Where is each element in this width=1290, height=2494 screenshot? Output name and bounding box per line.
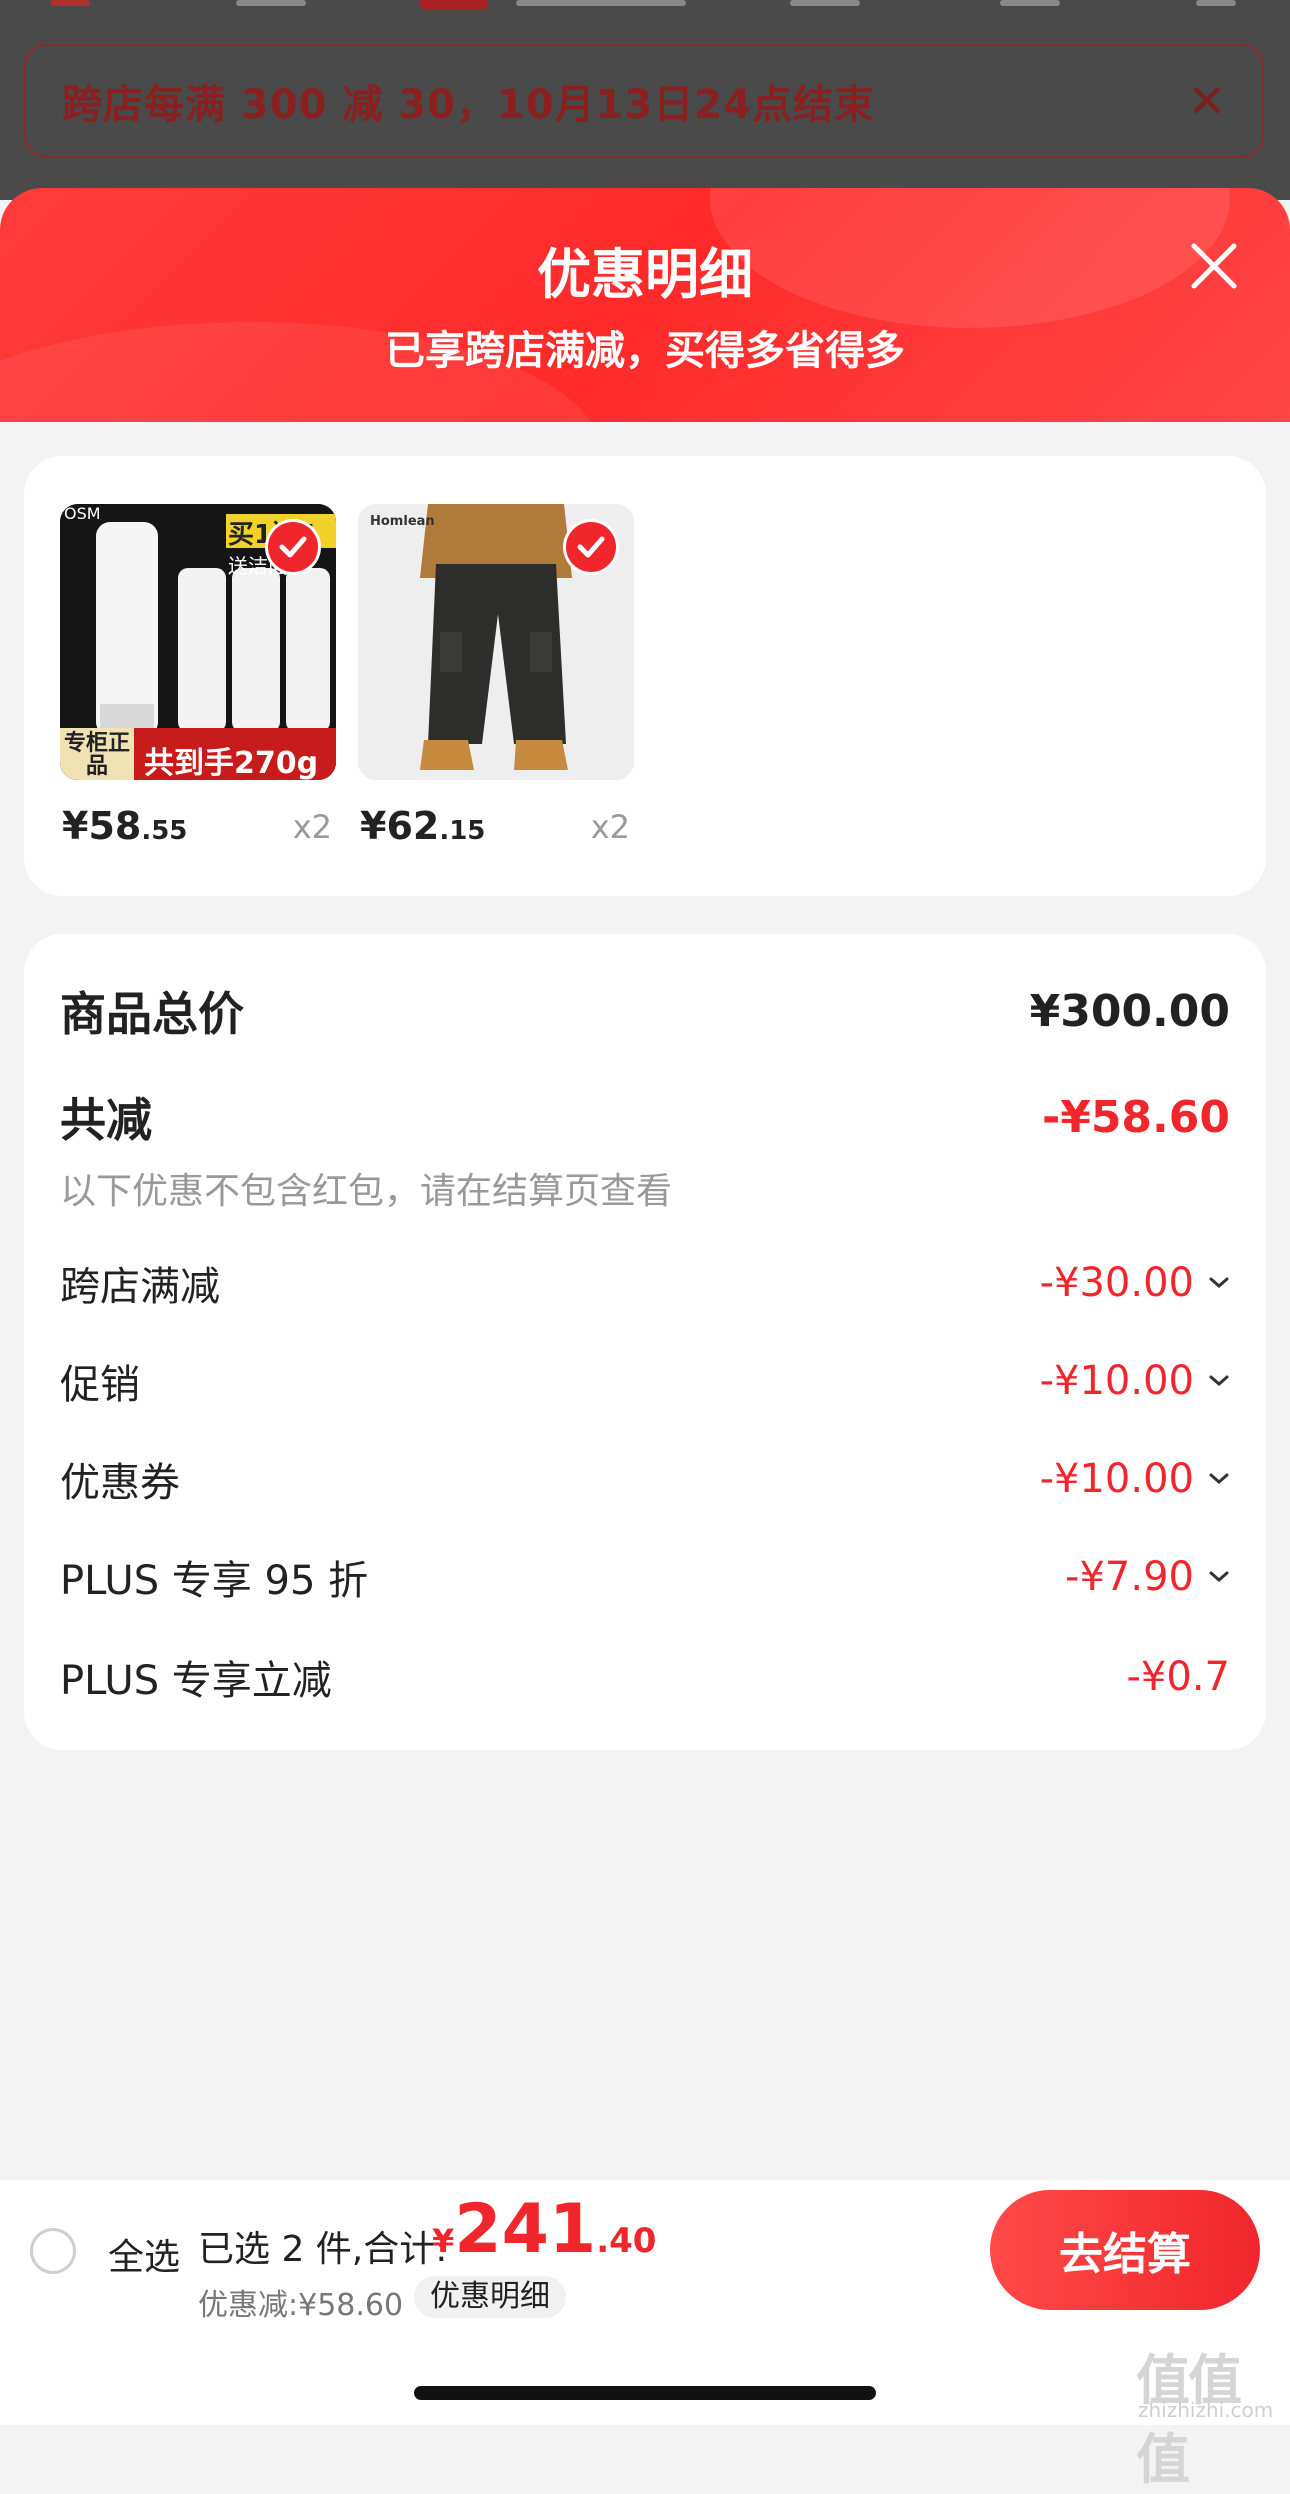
total-reduction-value: -¥58.60 bbox=[1041, 1091, 1230, 1143]
product-item[interactable]: Homlean ¥62.15 x2 bbox=[358, 504, 634, 858]
discount-item-label: 跨店满减 bbox=[60, 1264, 220, 1310]
nav-fragment bbox=[50, 0, 90, 6]
product-item[interactable]: OSM 买1送4 送洁面 专柜正品 共到手270g ¥58.55 x2 bbox=[60, 504, 336, 858]
discount-item-value: -¥10.00 bbox=[1040, 1456, 1230, 1502]
product-image: OSM 买1送4 送洁面 专柜正品 共到手270g bbox=[60, 504, 336, 780]
discount-item-label: 促销 bbox=[60, 1362, 140, 1408]
discount-summary: 优惠减:¥58.60 bbox=[198, 2288, 404, 2323]
product-price: ¥58.55 bbox=[62, 804, 188, 848]
discount-item-label: PLUS 专享立减 bbox=[60, 1658, 332, 1704]
discount-item-promotion[interactable]: 促销 -¥10.00 bbox=[60, 1352, 1230, 1410]
checkmark-icon[interactable] bbox=[268, 522, 318, 572]
select-all-label[interactable]: 全选 bbox=[108, 2228, 180, 2280]
discount-item-label: PLUS 专享 95 折 bbox=[60, 1558, 369, 1604]
discount-item-cross-store[interactable]: 跨店满减 -¥30.00 bbox=[60, 1254, 1230, 1312]
select-all-checkbox[interactable] bbox=[30, 2228, 76, 2274]
chevron-down-icon bbox=[1208, 1374, 1230, 1388]
total-reduction-label: 共减 bbox=[60, 1093, 152, 1147]
promo-banner: 跨店每满 300 减 30，10月13日24点结束 ✕ bbox=[24, 44, 1264, 158]
discount-item-value: -¥0.7 bbox=[1126, 1654, 1231, 1700]
checkout-button[interactable]: 去结算 bbox=[990, 2190, 1260, 2310]
checkmark-icon[interactable] bbox=[566, 522, 616, 572]
authentic-badge: 专柜正品 bbox=[63, 731, 130, 779]
close-icon[interactable] bbox=[1184, 236, 1244, 296]
discount-detail-card: 商品总价 ¥300.00 共减 -¥58.60 以下优惠不包含红包，请在结算页查… bbox=[24, 934, 1266, 1750]
discount-item-plus-95[interactable]: PLUS 专享 95 折 -¥7.90 bbox=[60, 1548, 1230, 1606]
promo-banner-text: 跨店每满 300 减 30，10月13日24点结束 bbox=[62, 82, 875, 128]
selected-count-text: 已选 2 件,合计: bbox=[198, 2229, 448, 2270]
background-nav bbox=[0, 0, 1290, 30]
product-quantity: x2 bbox=[590, 808, 630, 846]
product-image: Homlean bbox=[358, 504, 634, 780]
discount-item-value: -¥30.00 bbox=[1040, 1260, 1230, 1306]
total-price-row: 商品总价 ¥300.00 bbox=[60, 978, 1230, 1044]
sheet-title: 优惠明细 bbox=[537, 243, 753, 306]
total-price-label: 商品总价 bbox=[60, 987, 244, 1041]
nav-fragment bbox=[1196, 0, 1236, 6]
home-area bbox=[0, 2320, 1290, 2425]
sheet-header: 优惠明细 已享跨店满减，买得多省得多 bbox=[0, 188, 1290, 422]
discount-note: 以下优惠不包含红包，请在结算页查看 bbox=[60, 1171, 673, 1212]
discount-item-value: -¥7.90 bbox=[1065, 1554, 1230, 1600]
watermark-url: zhizhizhi.com bbox=[1138, 2398, 1274, 2422]
nav-fragment bbox=[420, 0, 488, 10]
total-amount: ¥241.40 bbox=[432, 2190, 657, 2269]
chevron-down-icon bbox=[1208, 1276, 1230, 1290]
nav-fragment bbox=[790, 0, 860, 6]
nav-fragment bbox=[1000, 0, 1060, 6]
discount-item-label: 优惠券 bbox=[60, 1460, 180, 1506]
total-price-value: ¥300.00 bbox=[1029, 985, 1230, 1037]
brand-logo: OSM bbox=[64, 504, 101, 523]
product-quantity: x2 bbox=[292, 808, 332, 846]
chevron-down-icon bbox=[1208, 1472, 1230, 1486]
home-indicator[interactable] bbox=[414, 2386, 876, 2400]
discount-item-coupon[interactable]: 优惠券 -¥10.00 bbox=[60, 1450, 1230, 1508]
discount-item-plus-instant: PLUS 专享立减 -¥0.7 bbox=[60, 1648, 1230, 1706]
brand-logo: Homlean bbox=[370, 514, 435, 529]
weight-badge: 共到手270g bbox=[144, 746, 319, 780]
close-icon[interactable]: ✕ bbox=[1187, 74, 1226, 128]
selected-products-card: OSM 买1送4 送洁面 专柜正品 共到手270g ¥58.55 x2 bbox=[24, 456, 1266, 896]
sheet-subtitle: 已享跨店满减，买得多省得多 bbox=[385, 328, 905, 374]
nav-fragment bbox=[236, 0, 306, 6]
discount-detail-button[interactable]: 优惠明细 bbox=[414, 2276, 566, 2318]
discount-item-value: -¥10.00 bbox=[1040, 1358, 1230, 1404]
chevron-down-icon bbox=[1208, 1570, 1230, 1584]
checkout-bar: 全选 已选 2 件,合计: ¥241.40 优惠减:¥58.60 优惠明细 去结… bbox=[0, 2180, 1290, 2323]
product-price: ¥62.15 bbox=[360, 804, 486, 848]
total-reduction-row: 共减 -¥58.60 bbox=[60, 1084, 1230, 1150]
nav-fragment bbox=[516, 0, 686, 6]
